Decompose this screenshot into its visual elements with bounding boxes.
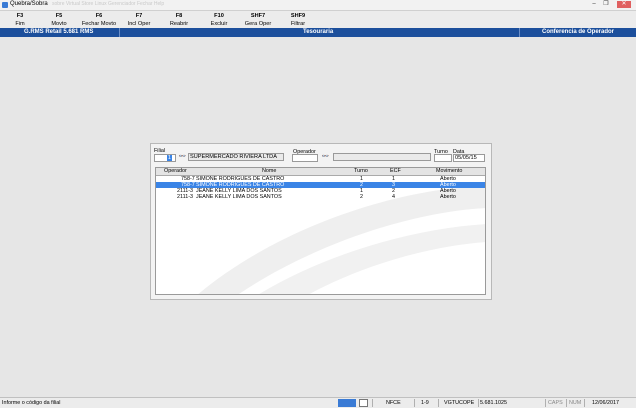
operador-input[interactable]	[292, 154, 318, 162]
key-label: F8	[175, 13, 183, 19]
key-label: SHF9	[290, 13, 306, 19]
restore-icon[interactable]: ❐	[601, 1, 611, 8]
network-icon	[338, 399, 356, 407]
key-label: F6	[95, 13, 103, 19]
key-label: F10	[214, 13, 224, 19]
divider	[372, 399, 373, 407]
minimize-icon[interactable]: –	[589, 1, 599, 8]
toolbar-button-fechar-movto[interactable]: F6 Fechar Movto	[78, 12, 120, 28]
cell-operador: 2111-3	[177, 194, 193, 200]
filial-name-field: SUPERMERCADO RIVIERA LTDA	[188, 153, 284, 161]
cell-nome: JEANE KELLY LIMA DOS SANTOS	[196, 194, 282, 200]
toolbar-button-movto[interactable]: F5 Movto	[48, 12, 70, 28]
cell-ecf: 4	[392, 194, 395, 200]
toolbar-button-excluir[interactable]: F10 Excluir	[206, 12, 232, 28]
module-label: Tesouraria	[303, 29, 334, 35]
divider	[438, 399, 439, 407]
turno-input[interactable]	[434, 154, 452, 162]
table-row[interactable]: 2111-3 JEANE KELLY LIMA DOS SANTOS 2 4 A…	[156, 194, 485, 200]
toolbar: F3 Fim F5 Movto F6 Fechar Movto F7 Incl Oper…	[0, 11, 636, 28]
system-version-label: G.RMS Retail 5.681 RMS	[24, 29, 94, 35]
close-icon[interactable]: ✕	[617, 1, 631, 8]
module-header-bar: G.RMS Retail 5.681 RMS Tesouraria Confer…	[0, 28, 636, 37]
button-label: Fechar Movto	[81, 21, 117, 27]
divider	[545, 399, 546, 407]
divider	[414, 399, 415, 407]
column-header-turno[interactable]: Turno	[354, 168, 368, 175]
grid-header: Operador Nome Turno ECF Movimento	[156, 168, 485, 176]
button-label: Gera Oper	[244, 21, 272, 27]
key-label: F3	[16, 13, 24, 19]
divider	[119, 28, 120, 37]
window-ghost-text: sobre Virtual Store Linux Gerenciador Fe…	[52, 1, 165, 7]
app-icon	[2, 2, 8, 8]
operador-search-icon[interactable]: 👓	[321, 154, 330, 161]
button-label: Fim	[15, 21, 25, 27]
toolbar-button-gera-oper[interactable]: SHF7 Gera Oper	[243, 12, 273, 28]
button-label: Incl Oper	[127, 21, 151, 27]
status-bar: Informe o código da filial NFCE 1-9 VGTU…	[0, 397, 636, 408]
filial-search-icon[interactable]: 👓	[178, 154, 187, 161]
operador-grid[interactable]: Operador Nome Turno ECF Movimento 758-7 …	[155, 167, 486, 295]
operador-name-field	[333, 153, 431, 161]
column-header-nome[interactable]: Nome	[262, 168, 276, 175]
cell-movimento: Aberto	[440, 194, 456, 200]
toolbar-button-incl-oper[interactable]: F7 Incl Oper	[124, 12, 154, 28]
divider	[584, 399, 585, 407]
filial-name: SUPERMERCADO RIVIERA LTDA	[190, 154, 277, 160]
data-value: 05/05/15	[455, 155, 477, 161]
filial-input[interactable]: 1	[154, 154, 176, 162]
key-label: F5	[55, 13, 63, 19]
conferencia-panel: Filial 1 👓 SUPERMERCADO RIVIERA LTDA Ope…	[150, 143, 492, 300]
title-bar: Quebra/Sobra sobre Virtual Store Linux G…	[0, 0, 636, 11]
button-label: Movto	[51, 21, 67, 27]
divider	[566, 399, 567, 407]
window-title: Quebra/Sobra	[10, 1, 48, 7]
toolbar-button-reabrir[interactable]: F8 Reabrir	[166, 12, 192, 28]
divider	[478, 399, 479, 407]
toolbar-button-filtrar[interactable]: SHF9 Filtrar	[286, 12, 310, 28]
screen-label: Conferencia de Operador	[542, 29, 615, 35]
button-label: Filtrar	[290, 21, 306, 27]
button-label: Excluir	[210, 21, 228, 27]
button-label: Reabrir	[169, 21, 189, 27]
data-input[interactable]: 05/05/15	[453, 154, 485, 162]
column-header-movimento[interactable]: Movimento	[436, 168, 462, 175]
toolbar-button-fim[interactable]: F3 Fim	[12, 12, 28, 28]
key-label: F7	[135, 13, 143, 19]
document-icon	[359, 399, 368, 407]
key-label: SHF7	[250, 13, 266, 19]
column-header-ecf[interactable]: ECF	[390, 168, 401, 175]
cell-turno: 2	[360, 194, 363, 200]
column-header-operador[interactable]: Operador	[164, 168, 187, 175]
divider	[519, 28, 520, 37]
filial-value: 1	[166, 155, 172, 161]
